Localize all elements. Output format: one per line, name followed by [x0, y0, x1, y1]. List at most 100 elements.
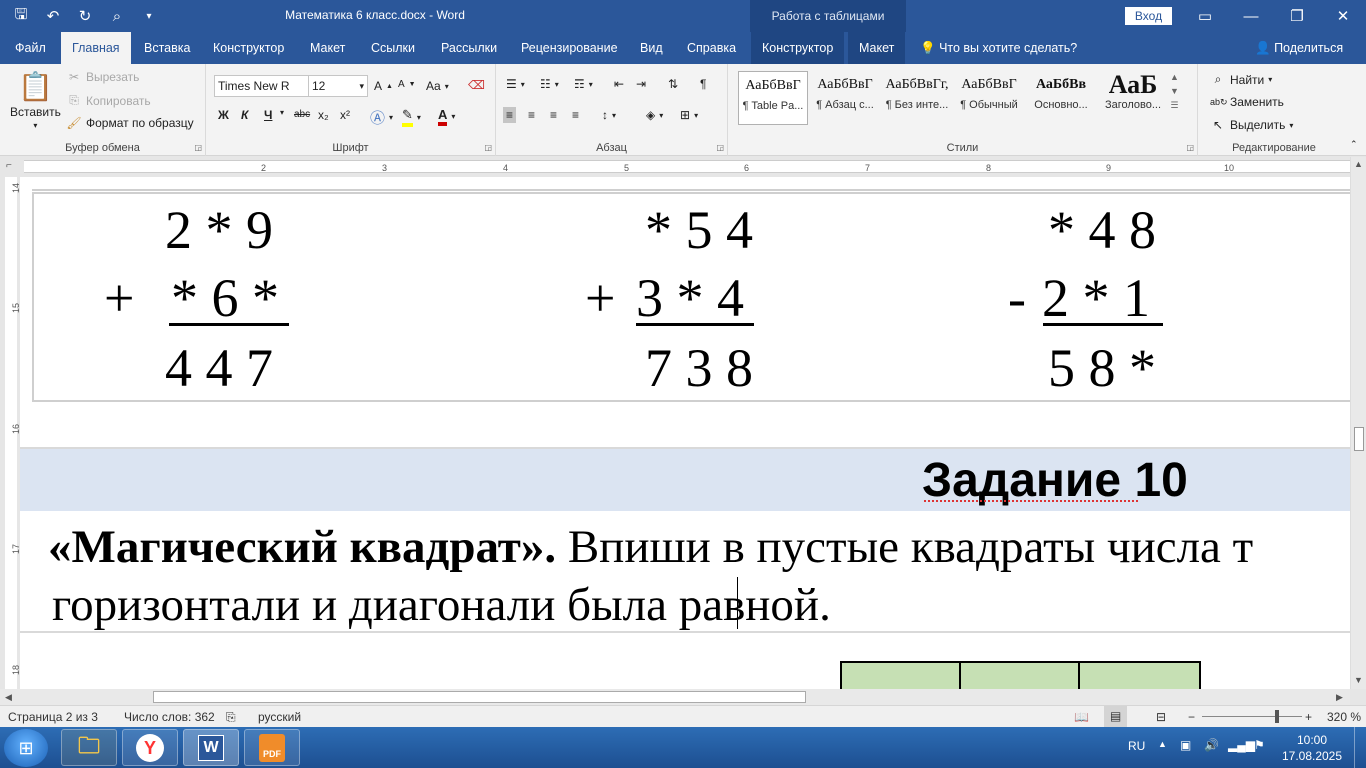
tab-file[interactable]: Файл	[4, 32, 57, 64]
tab-mailings[interactable]: Рассылки	[430, 32, 508, 64]
text-effects-icon[interactable]: Ⓐ ▾	[370, 107, 393, 128]
style-table-paragraph[interactable]: АаБбВвГ ¶ Table Pa...	[738, 71, 808, 125]
find-button[interactable]: ⌕ Найти ▾	[1210, 72, 1273, 87]
magic-square-cell[interactable]	[961, 663, 1080, 689]
decrease-indent-icon[interactable]: ⇤	[614, 77, 624, 91]
notification-icon[interactable]: ⚑	[1254, 738, 1265, 752]
restore-icon[interactable]: ❐	[1274, 0, 1320, 32]
shading-icon[interactable]: ◈ ▾	[646, 108, 663, 122]
web-layout-icon[interactable]: ⊟	[1156, 710, 1166, 724]
read-mode-icon[interactable]: 📖	[1074, 710, 1089, 724]
style-heading[interactable]: АаБ Заголово...	[1098, 71, 1168, 125]
tab-table-design[interactable]: Конструктор	[751, 32, 845, 64]
zoom-slider-thumb[interactable]	[1275, 710, 1279, 723]
magic-square-cell[interactable]	[842, 663, 961, 689]
bullets-icon[interactable]: ☰ ▾	[506, 77, 525, 91]
zoom-level[interactable]: 320 %	[1327, 710, 1361, 724]
show-hidden-icons-icon[interactable]: ▲	[1158, 739, 1167, 749]
multilevel-list-icon[interactable]: ☶ ▾	[574, 77, 593, 91]
network-icon[interactable]: ▂▄▆	[1228, 738, 1255, 752]
start-button[interactable]: ⊞	[4, 729, 48, 767]
paste-button[interactable]: 📋 Вставить ▾	[10, 70, 61, 130]
scroll-down-icon[interactable]: ▼	[1354, 675, 1363, 685]
language-indicator[interactable]: русский	[258, 710, 301, 724]
highlight-icon[interactable]: ✎ ▾	[402, 107, 421, 127]
file-explorer-icon[interactable]: 🗀	[61, 729, 117, 766]
chevron-down-icon[interactable]: ▾	[280, 108, 284, 117]
word-count[interactable]: Число слов: 362	[124, 710, 215, 724]
scroll-down-icon[interactable]: ▼	[1170, 86, 1179, 96]
vertical-scrollbar[interactable]: ▲ ▼	[1350, 157, 1366, 689]
tab-table-layout[interactable]: Макет	[848, 32, 906, 64]
clear-formatting-icon[interactable]: ⌫	[468, 78, 485, 92]
justify-icon[interactable]: ≡	[572, 108, 579, 122]
superscript-button[interactable]: x²	[340, 108, 350, 122]
borders-icon[interactable]: ⊞ ▾	[680, 108, 698, 122]
shrink-font-button[interactable]: A ▼	[398, 79, 416, 90]
ribbon-display-options-icon[interactable]: ▭	[1182, 0, 1228, 32]
show-desktop-button[interactable]	[1354, 727, 1366, 768]
close-icon[interactable]: ✕	[1320, 0, 1366, 32]
dialog-launcher-icon[interactable]: ◲	[484, 143, 492, 152]
style-list-paragraph[interactable]: АаБбВвГ ¶ Абзац с...	[810, 71, 880, 125]
vertical-ruler-track[interactable]: 14 15 16 17 18	[5, 177, 21, 689]
underline-button[interactable]: Ч	[264, 108, 272, 122]
collapse-ribbon-icon[interactable]: ⌃	[1350, 139, 1358, 150]
font-name-box[interactable]: Times New R	[214, 75, 312, 97]
font-color-icon[interactable]: A ▾	[438, 107, 455, 126]
tab-home[interactable]: Главная	[61, 32, 131, 64]
volume-icon[interactable]: 🔊	[1204, 738, 1219, 752]
replace-button[interactable]: ab↻ Заменить	[1210, 95, 1284, 109]
ruler-track[interactable]: 2 3 4 5 6 7 8 9 10	[24, 160, 1350, 173]
format-painter-button[interactable]: 🖌 Формат по образцу	[66, 116, 193, 130]
style-no-spacing[interactable]: АаБбВвГг, ¶ Без инте...	[882, 71, 952, 125]
change-case-button[interactable]: Aa ▾	[426, 79, 449, 93]
tab-insert[interactable]: Вставка	[133, 32, 201, 64]
input-language[interactable]: RU	[1128, 739, 1145, 753]
print-layout-icon[interactable]: ▤	[1104, 706, 1128, 727]
yandex-browser-icon[interactable]: Y	[122, 729, 178, 766]
font-size-box[interactable]: 12 ▾	[308, 75, 368, 97]
tab-references[interactable]: Ссылки	[360, 32, 426, 64]
italic-button[interactable]: К	[241, 108, 248, 122]
clock[interactable]: 10:00 17.08.2025	[1280, 732, 1344, 764]
zoom-in-icon[interactable]: +	[1305, 710, 1312, 724]
share-button[interactable]: 👤 Поделиться	[1255, 32, 1343, 64]
zoom-out-icon[interactable]: −	[1188, 710, 1195, 724]
pdf-app-icon[interactable]: PDF	[244, 729, 300, 766]
dialog-launcher-icon[interactable]: ◲	[716, 143, 724, 152]
tab-selector-icon[interactable]: ⌐	[6, 160, 12, 171]
subscript-button[interactable]: x₂	[318, 108, 329, 122]
horizontal-scroll-thumb[interactable]	[153, 691, 806, 703]
increase-indent-icon[interactable]: ⇥	[636, 77, 646, 91]
line-spacing-icon[interactable]: ↕ ▾	[602, 108, 616, 122]
tab-layout[interactable]: Макет	[299, 32, 356, 64]
more-styles-icon[interactable]: ☰	[1170, 100, 1178, 111]
tab-view[interactable]: Вид	[629, 32, 674, 64]
word-app-icon[interactable]: W	[183, 729, 239, 766]
dialog-launcher-icon[interactable]: ◲	[1186, 143, 1194, 152]
sort-icon[interactable]: ⇅	[668, 77, 678, 91]
tab-review[interactable]: Рецензирование	[510, 32, 629, 64]
strikethrough-button[interactable]: abc	[294, 109, 310, 120]
cut-button[interactable]: ✂ Вырезать	[66, 70, 139, 84]
minimize-icon[interactable]: —	[1228, 0, 1274, 32]
scroll-right-icon[interactable]: ▶	[1336, 692, 1343, 703]
scroll-up-icon[interactable]: ▲	[1354, 159, 1363, 169]
document-page[interactable]: 2 * 9 + * 6 * 4 4 7 * 5 4 + 3 * 4 7 3 8 …	[20, 177, 1350, 689]
dialog-launcher-icon[interactable]: ◲	[194, 143, 202, 152]
copy-button[interactable]: ⎘ Копировать	[66, 93, 150, 108]
tell-me-search[interactable]: 💡 Что вы хотите сделать?	[920, 32, 1077, 64]
magic-square-cell[interactable]	[1080, 663, 1199, 689]
tab-help[interactable]: Справка	[676, 32, 747, 64]
style-main-text[interactable]: АаБбВв Основно...	[1026, 71, 1096, 125]
scroll-up-icon[interactable]: ▲	[1170, 72, 1179, 82]
align-right-icon[interactable]: ≡	[550, 108, 557, 122]
style-normal[interactable]: АаБбВвГ ¶ Обычный	[954, 71, 1024, 125]
proofing-icon[interactable]: ⎘	[226, 710, 236, 725]
horizontal-scrollbar[interactable]: ◀ ▶	[0, 689, 1350, 705]
bold-button[interactable]: Ж	[218, 108, 229, 122]
scroll-left-icon[interactable]: ◀	[5, 692, 12, 703]
styles-scroll[interactable]: ▲ ▼ ☰	[1170, 72, 1179, 111]
align-left-icon[interactable]: ≡	[503, 107, 517, 123]
